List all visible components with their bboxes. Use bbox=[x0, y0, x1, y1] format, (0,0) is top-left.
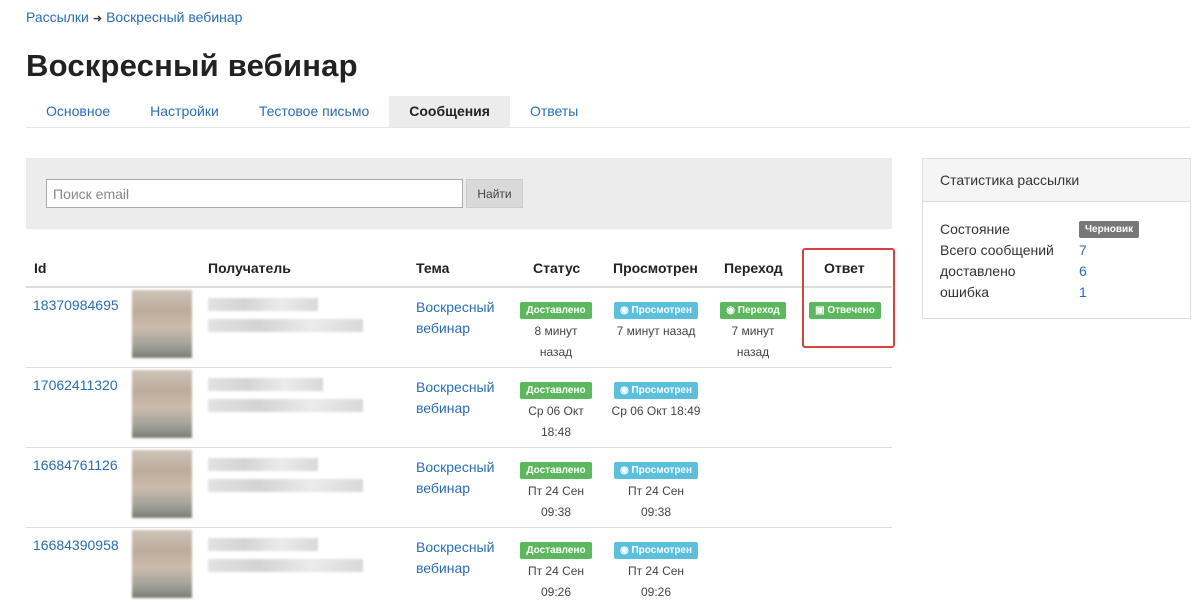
avatar bbox=[132, 290, 192, 358]
status-badge: Доставлено bbox=[520, 542, 592, 559]
click-cell: ◉ Переход 7 минут назад bbox=[703, 300, 803, 363]
avatar bbox=[132, 450, 192, 518]
table-row: 18370984695 Воскресный вебинар Доставлен… bbox=[26, 288, 892, 368]
tab-main[interactable]: Основное bbox=[26, 96, 130, 127]
message-id-link[interactable]: 16684390958 bbox=[33, 537, 119, 553]
viewed-time: Пт 24 Сен 09:38 bbox=[627, 484, 685, 519]
status-cell: Доставлено 8 минут назад bbox=[506, 300, 606, 363]
eye-icon: ◉ bbox=[619, 545, 632, 556]
stats-row-delivered: доставлено 6 bbox=[940, 261, 1190, 282]
stats-title: Статистика рассылки bbox=[923, 159, 1190, 202]
message-id-link[interactable]: 18370984695 bbox=[33, 297, 119, 313]
page-title: Воскресный вебинар bbox=[26, 48, 358, 83]
stats-row-total: Всего сообщений 7 bbox=[940, 240, 1190, 261]
stats-delivered-label: доставлено bbox=[940, 263, 1016, 279]
stats-row-error: ошибка 1 bbox=[940, 282, 1190, 303]
tab-test-email[interactable]: Тестовое письмо bbox=[239, 96, 389, 127]
viewed-cell: ◉ Просмотрен Ср 06 Окт 18:49 bbox=[606, 380, 706, 422]
click-badge: ◉ Переход bbox=[720, 302, 786, 319]
search-input[interactable] bbox=[46, 179, 463, 208]
table-row: 16684390958 Воскресный вебинар Доставлен… bbox=[26, 528, 892, 607]
header-status: Статус bbox=[533, 260, 581, 276]
stats-error-label: ошибка bbox=[940, 284, 990, 300]
tab-replies[interactable]: Ответы bbox=[510, 96, 598, 127]
subject-link[interactable]: Воскресный вебинар bbox=[416, 297, 516, 339]
viewed-time: Пт 24 Сен 09:26 bbox=[627, 564, 685, 599]
header-click: Переход bbox=[724, 260, 783, 276]
status-time: 8 минут назад bbox=[534, 324, 578, 359]
status-badge: Доставлено bbox=[520, 382, 592, 399]
search-panel: Найти bbox=[26, 158, 892, 229]
recipient-blurred bbox=[208, 458, 368, 498]
table-header: Id Получатель Тема Статус Просмотрен Пер… bbox=[26, 250, 892, 288]
subject-link[interactable]: Воскресный вебинар bbox=[416, 377, 516, 419]
tabs: Основное Настройки Тестовое письмо Сообщ… bbox=[26, 96, 1191, 128]
status-time: Пт 24 Сен 09:38 bbox=[527, 484, 585, 519]
stats-delivered-value[interactable]: 6 bbox=[1079, 261, 1087, 282]
stats-row-state: Состояние Черновик bbox=[940, 219, 1190, 240]
subject-link[interactable]: Воскресный вебинар bbox=[416, 537, 516, 579]
viewed-time: Ср 06 Окт 18:49 bbox=[611, 404, 701, 418]
viewed-cell: ◉ Просмотрен 7 минут назад bbox=[606, 300, 706, 342]
tab-settings[interactable]: Настройки bbox=[130, 96, 239, 127]
message-id-link[interactable]: 16684761126 bbox=[33, 457, 118, 473]
avatar bbox=[132, 370, 192, 438]
header-id: Id bbox=[34, 260, 47, 276]
viewed-badge: ◉ Просмотрен bbox=[613, 382, 699, 399]
header-viewed: Просмотрен bbox=[613, 260, 698, 276]
viewed-time: 7 минут назад bbox=[616, 324, 696, 338]
status-badge: Доставлено bbox=[520, 302, 592, 319]
eye-icon: ◉ bbox=[619, 465, 632, 476]
status-time: Ср 06 Окт 18:48 bbox=[528, 404, 584, 439]
stats-total-value[interactable]: 7 bbox=[1079, 240, 1087, 261]
breadcrumb: Рассылки ➜ Воскресный вебинар bbox=[26, 9, 242, 25]
reply-column-highlight bbox=[802, 248, 895, 348]
state-badge: Черновик bbox=[1079, 221, 1140, 238]
viewed-badge: ◉ Просмотрен bbox=[613, 462, 699, 479]
avatar bbox=[132, 530, 192, 598]
stats-state-label: Состояние bbox=[940, 221, 1010, 237]
eye-icon: ◉ bbox=[619, 385, 632, 396]
recipient-blurred bbox=[208, 378, 368, 418]
search-button[interactable]: Найти bbox=[466, 179, 523, 208]
eye-icon: ◉ bbox=[726, 305, 738, 316]
stats-body: Состояние Черновик Всего сообщений 7 дос… bbox=[923, 202, 1190, 303]
arrow-right-icon: ➜ bbox=[92, 13, 103, 25]
table-row: 16684761126 Воскресный вебинар Доставлен… bbox=[26, 448, 892, 528]
messages-table: Id Получатель Тема Статус Просмотрен Пер… bbox=[26, 250, 892, 607]
breadcrumb-current-link[interactable]: Воскресный вебинар bbox=[106, 9, 242, 25]
viewed-badge: ◉ Просмотрен bbox=[613, 302, 699, 319]
stats-card: Статистика рассылки Состояние Черновик В… bbox=[922, 158, 1191, 319]
recipient-blurred bbox=[208, 538, 368, 578]
subject-link[interactable]: Воскресный вебинар bbox=[416, 457, 516, 499]
eye-icon: ◉ bbox=[619, 305, 632, 316]
viewed-cell: ◉ Просмотрен Пт 24 Сен 09:38 bbox=[606, 460, 706, 523]
status-badge: Доставлено bbox=[520, 462, 592, 479]
table-row: 17062411320 Воскресный вебинар Доставлен… bbox=[26, 368, 892, 448]
status-cell: Доставлено Пт 24 Сен 09:38 bbox=[506, 460, 606, 523]
click-time: 7 минут назад bbox=[731, 324, 775, 359]
status-cell: Доставлено Пт 24 Сен 09:26 bbox=[506, 540, 606, 603]
stats-error-value[interactable]: 1 bbox=[1079, 282, 1087, 303]
status-cell: Доставлено Ср 06 Окт 18:48 bbox=[506, 380, 606, 443]
header-subject: Тема bbox=[416, 260, 450, 276]
header-recipient: Получатель bbox=[208, 260, 291, 276]
viewed-cell: ◉ Просмотрен Пт 24 Сен 09:26 bbox=[606, 540, 706, 603]
message-id-link[interactable]: 17062411320 bbox=[33, 377, 118, 393]
stats-total-label: Всего сообщений bbox=[940, 242, 1054, 258]
status-time: Пт 24 Сен 09:26 bbox=[527, 564, 585, 599]
tab-messages[interactable]: Сообщения bbox=[389, 96, 510, 127]
recipient-blurred bbox=[208, 298, 368, 338]
viewed-badge: ◉ Просмотрен bbox=[613, 542, 699, 559]
breadcrumb-parent-link[interactable]: Рассылки bbox=[26, 9, 89, 25]
